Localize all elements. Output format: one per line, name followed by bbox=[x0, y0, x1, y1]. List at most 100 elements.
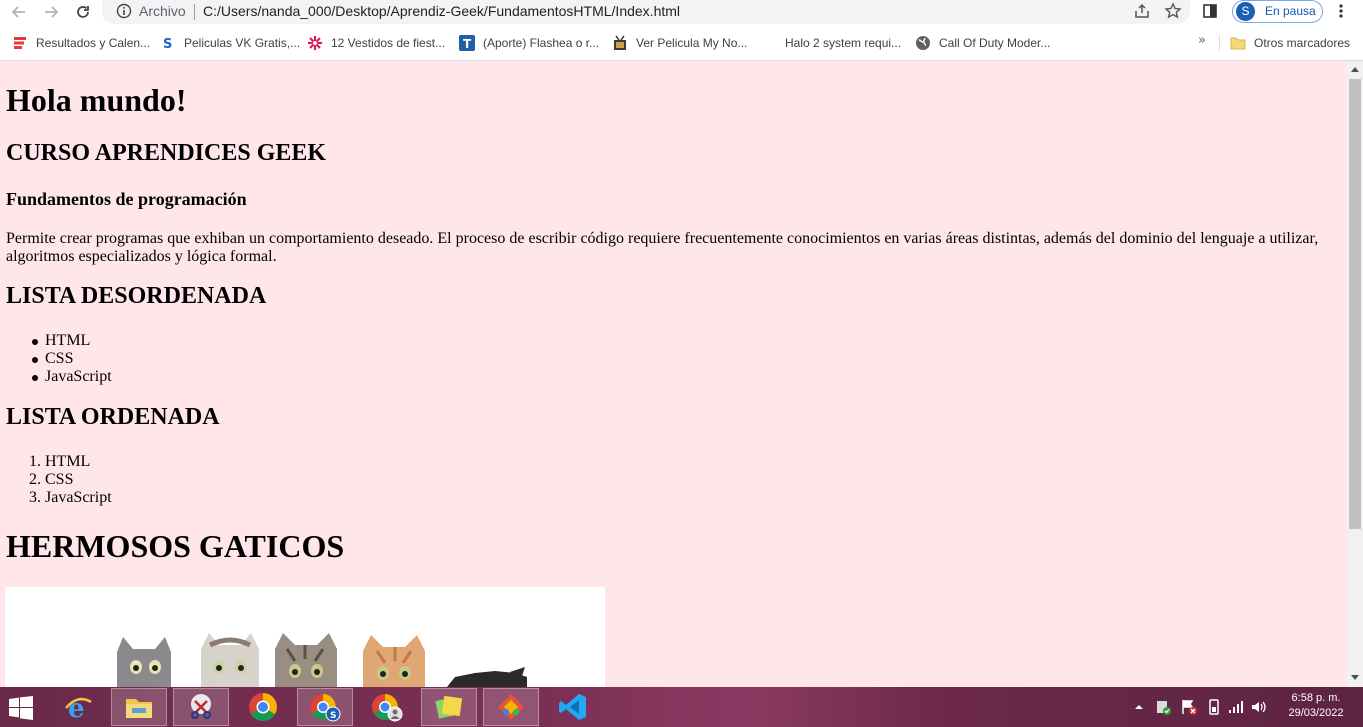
svg-text:S: S bbox=[330, 711, 336, 721]
address-bar[interactable]: Archivo C:/Users/nanda_000/Desktop/Apren… bbox=[102, 0, 1190, 24]
bookmark-label: (Aporte) Flashea o r... bbox=[483, 36, 600, 50]
list-item: 3. JavaScript bbox=[29, 489, 112, 507]
flag-error-icon bbox=[1182, 700, 1197, 715]
unordered-list-heading: LISTA DESORDENADA bbox=[6, 283, 267, 309]
course-heading: CURSO APRENDICES GEEK bbox=[6, 140, 327, 166]
cat-head-tabby bbox=[275, 633, 337, 687]
other-bookmarks-label: Otros marcadores bbox=[1254, 36, 1351, 50]
chrome-profile-s-taskbar-button[interactable]: S bbox=[297, 688, 353, 726]
t-logo-icon: T bbox=[459, 35, 475, 51]
snipping-tool-taskbar-button[interactable] bbox=[173, 688, 229, 726]
scroll-down-arrow-icon[interactable] bbox=[1351, 675, 1359, 680]
svg-text:T: T bbox=[463, 37, 472, 51]
bookmarks-divider bbox=[1219, 35, 1220, 51]
windows-start-icon[interactable] bbox=[8, 695, 34, 721]
film-icon bbox=[612, 35, 628, 51]
chrome-profile-other-taskbar-button[interactable] bbox=[359, 688, 415, 726]
cat-head-orange bbox=[363, 635, 425, 687]
sticky-notes-icon bbox=[435, 695, 463, 719]
action-center-tray-button[interactable] bbox=[1180, 687, 1198, 727]
security-tray-button[interactable] bbox=[1155, 687, 1173, 727]
sticky-notes-taskbar-button[interactable] bbox=[421, 688, 477, 726]
network-tray-button[interactable] bbox=[1227, 687, 1245, 727]
fundamentals-heading: Fundamentos de programación bbox=[6, 189, 247, 209]
info-icon[interactable] bbox=[116, 3, 132, 19]
cat-head-black bbox=[447, 667, 527, 687]
bookmarks-bar: Resultados y Calen... S Peliculas VK Gra… bbox=[0, 25, 1363, 61]
bullet-icon bbox=[32, 357, 38, 363]
url-text[interactable]: C:/Users/nanda_000/Desktop/Aprendiz-Geek… bbox=[203, 3, 680, 19]
profile-button[interactable]: S En pausa bbox=[1232, 0, 1323, 23]
list-item-text: JavaScript bbox=[45, 368, 112, 385]
cats-heading: HERMOSOS GATICOS bbox=[6, 528, 345, 564]
signal-bars-icon bbox=[1229, 701, 1243, 713]
vscode-taskbar-button[interactable] bbox=[545, 688, 601, 726]
list-number: 3. bbox=[29, 489, 41, 506]
back-button[interactable] bbox=[6, 0, 32, 24]
flower-icon bbox=[307, 35, 323, 51]
bookmarks-overflow-button[interactable]: » bbox=[1198, 33, 1206, 48]
share-icon[interactable] bbox=[1133, 2, 1151, 20]
internet-explorer-taskbar-button[interactable]: e bbox=[50, 688, 106, 726]
chrome-taskbar-button[interactable] bbox=[235, 688, 291, 726]
bookmark-label: Halo 2 system requi... bbox=[785, 36, 902, 50]
bookmark-label: Resultados y Calen... bbox=[36, 36, 151, 50]
gitkraken-taskbar-button[interactable] bbox=[483, 688, 539, 726]
svg-text:S: S bbox=[163, 37, 172, 50]
red-stripes-icon bbox=[12, 35, 28, 51]
s-logo-icon: S bbox=[160, 35, 176, 51]
bookmark-item[interactable]: Call Of Duty Moder... bbox=[915, 33, 1050, 53]
battery-tray-button[interactable] bbox=[1207, 687, 1221, 727]
gitkraken-icon bbox=[498, 694, 524, 720]
folder-icon bbox=[126, 699, 152, 718]
reload-icon bbox=[77, 6, 89, 18]
bookmark-item[interactable]: S Peliculas VK Gratis,... bbox=[160, 33, 300, 53]
other-bookmarks-folder[interactable]: Otros marcadores bbox=[1230, 33, 1350, 53]
bookmark-item[interactable]: Halo 2 system requi... bbox=[761, 33, 901, 53]
bookmark-star-icon[interactable] bbox=[1164, 2, 1182, 20]
chevron-up-icon bbox=[1135, 705, 1143, 709]
scroll-up-arrow-icon[interactable] bbox=[1351, 67, 1359, 72]
ordered-list-heading: LISTA ORDENADA bbox=[6, 404, 220, 430]
bookmark-label: Ver Pelicula My No... bbox=[636, 36, 748, 50]
side-panel-icon[interactable] bbox=[1201, 2, 1219, 20]
globe-icon bbox=[915, 35, 931, 51]
avatar: S bbox=[1236, 2, 1255, 21]
clock-date: 29/03/2022 bbox=[1288, 707, 1344, 719]
cats-illustration bbox=[117, 633, 527, 687]
cat-head-white-tabby bbox=[201, 633, 259, 687]
chrome-icon bbox=[249, 693, 277, 721]
security-shield-icon bbox=[1157, 701, 1171, 715]
kebab-menu-icon[interactable] bbox=[1333, 2, 1349, 20]
list-item-text: HTML bbox=[45, 332, 91, 349]
scroll-thumb[interactable] bbox=[1349, 79, 1361, 529]
bookmark-item[interactable]: 12 Vestidos de fiest... bbox=[307, 33, 445, 53]
back-arrow-icon bbox=[11, 6, 25, 18]
vertical-scrollbar[interactable] bbox=[1347, 62, 1363, 687]
list-item: 1. HTML bbox=[29, 453, 112, 471]
list-item: JavaScript bbox=[32, 368, 112, 386]
volume-tray-button[interactable] bbox=[1250, 687, 1268, 727]
bookmark-item[interactable]: Ver Pelicula My No... bbox=[612, 33, 747, 53]
forward-button[interactable] bbox=[38, 0, 64, 24]
tray-overflow-button[interactable] bbox=[1134, 687, 1144, 727]
cat-head-grey bbox=[117, 637, 171, 687]
internet-explorer-icon: e bbox=[65, 694, 92, 722]
bookmark-item[interactable]: T (Aporte) Flashea o r... bbox=[459, 33, 599, 53]
list-item: 2. CSS bbox=[29, 471, 112, 489]
page-heading-hola: Hola mundo! bbox=[6, 82, 187, 118]
bookmark-item[interactable]: Resultados y Calen... bbox=[12, 33, 150, 53]
blank-page-icon bbox=[761, 35, 777, 51]
list-item-text: CSS bbox=[45, 471, 74, 488]
taskbar-clock[interactable]: 6:58 p. m. 29/03/2022 bbox=[1276, 691, 1356, 721]
file-explorer-taskbar-button[interactable] bbox=[111, 688, 167, 726]
description-paragraph: Permite crear programas que exhiban un c… bbox=[6, 230, 1319, 265]
vscode-icon bbox=[559, 694, 586, 720]
bookmark-label: Call Of Duty Moder... bbox=[939, 36, 1051, 50]
list-number: 2. bbox=[29, 471, 41, 488]
folder-icon bbox=[1230, 35, 1246, 51]
page-content: Hola mundo! CURSO APRENDICES GEEK Fundam… bbox=[0, 62, 1347, 687]
battery-icon bbox=[1209, 699, 1219, 715]
reload-button[interactable] bbox=[70, 0, 96, 24]
url-scheme-label: Archivo bbox=[139, 3, 186, 19]
